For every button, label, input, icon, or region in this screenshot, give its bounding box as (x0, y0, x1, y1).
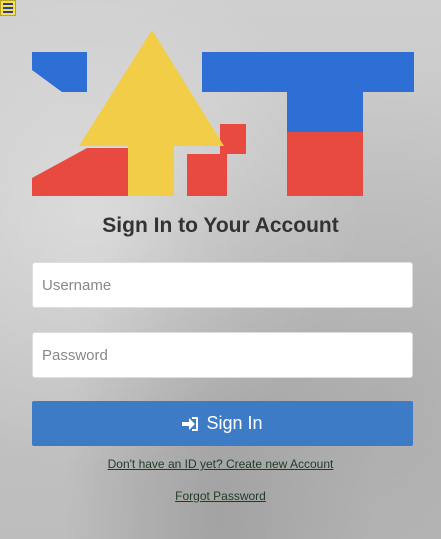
logo-t-bar (202, 52, 414, 92)
page-title: Sign In to Your Account (102, 214, 339, 237)
sign-in-button[interactable]: Sign In (32, 401, 413, 446)
hamburger-menu-icon[interactable] (0, 0, 16, 16)
lift-logo (32, 30, 414, 196)
sign-in-icon (182, 416, 199, 431)
logo-t-stem (287, 92, 363, 132)
logo-f-red-upper (220, 124, 246, 154)
sign-in-label: Sign In (206, 413, 263, 433)
password-input[interactable] (32, 332, 413, 378)
username-input[interactable] (32, 262, 413, 308)
create-account-link[interactable]: Don't have an ID yet? Create new Account (0, 457, 441, 471)
logo-l-blue (32, 52, 87, 92)
forgot-password-link[interactable]: Forgot Password (0, 489, 441, 503)
logo-t-stem-red (287, 132, 363, 196)
logo-f-red-lower (187, 154, 227, 196)
logo-l-red (32, 148, 128, 196)
